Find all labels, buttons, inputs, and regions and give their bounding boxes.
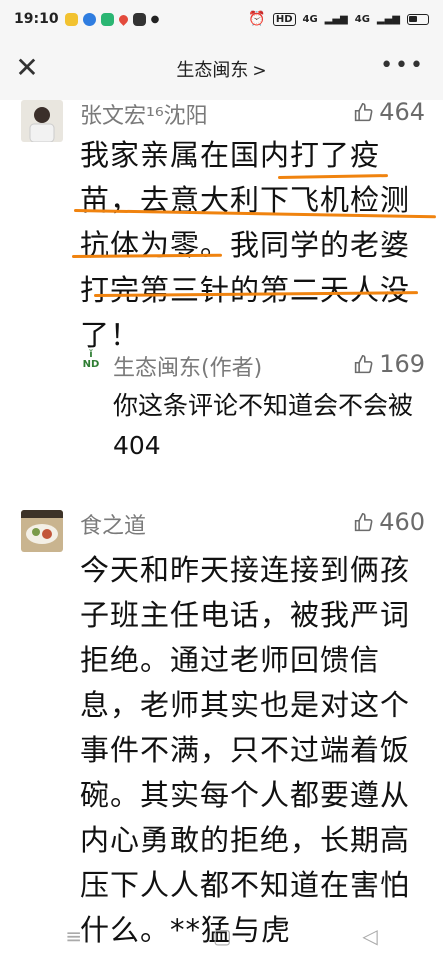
nav-bar: ✕ 生态闽东 > ••• <box>0 38 443 100</box>
comment-text: 我家亲属在国内打了疫苗，去意大利下飞机检测抗体为零。我同学的老婆打完第三针的第二… <box>80 138 411 352</box>
signal-label: 4G <box>354 13 370 25</box>
like-count: 169 <box>379 350 425 378</box>
avatar[interactable] <box>21 100 63 142</box>
comment: 食之道 460 今天和昨天接连接到俩孩子班主任电话，被我严词拒绝。通过老师回馈信… <box>0 508 443 947</box>
menu-icon[interactable]: ≡ <box>65 924 82 948</box>
signal-icon: ▂▄▆ <box>324 13 348 25</box>
author-badge-icon: ĭ ND <box>82 349 100 370</box>
page-title-text: 生态闽东 <box>176 60 249 81</box>
notification-icon <box>100 12 114 26</box>
status-bar: 19:10 ● ⏰ HD 4G ▂▄▆ 4G ▂▄▆ <box>0 0 443 38</box>
system-nav-bar: ≡ ▢ ◁ <box>0 912 443 960</box>
status-time: 19:10 <box>14 11 59 27</box>
like-count: 460 <box>379 508 425 536</box>
comment-author[interactable]: 张文宏¹⁶沈阳 <box>80 98 208 130</box>
comment-text: 今天和昨天接连接到俩孩子班主任电话，被我严词拒绝。通过老师回馈信息，老师其实也是… <box>80 553 411 947</box>
signal-icon: ▂▄▆ <box>376 13 400 25</box>
signal-label: 4G <box>302 13 318 25</box>
notification-icon <box>82 12 96 26</box>
like-count: 464 <box>379 98 425 126</box>
hd-label: HD <box>272 12 296 26</box>
notification-icon <box>64 12 78 26</box>
home-icon[interactable]: ▢ <box>213 924 232 948</box>
like-button[interactable]: 169 <box>353 350 425 378</box>
avatar[interactable] <box>21 510 63 552</box>
reply-author[interactable]: 生态闽东(作者) <box>113 350 262 382</box>
dot-icon: ● <box>150 13 160 25</box>
thumbs-up-icon <box>355 512 373 531</box>
notification-icon <box>132 12 146 26</box>
back-icon[interactable]: ◁ <box>362 924 377 948</box>
like-button[interactable]: 460 <box>353 508 425 536</box>
thumbs-up-icon <box>355 102 373 121</box>
location-icon <box>116 12 130 26</box>
battery-icon <box>407 13 429 25</box>
close-icon[interactable]: ✕ <box>14 54 40 82</box>
comment-author[interactable]: 食之道 <box>80 508 146 540</box>
more-icon[interactable]: ••• <box>380 55 425 77</box>
status-right: ⏰ HD 4G ▂▄▆ 4G ▂▄▆ <box>248 11 429 27</box>
comment: 张文宏¹⁶沈阳 464 我家亲属在国内打了疫苗，去意大利下飞机检测抗体为零。我同… <box>0 98 443 460</box>
alarm-icon: ⏰ <box>248 11 266 27</box>
reply-text: 你这条评论不知道会不会被404 <box>113 391 414 460</box>
like-button[interactable]: 464 <box>353 98 425 126</box>
thumbs-up-icon <box>355 354 373 373</box>
chevron-right-icon: > <box>252 61 267 81</box>
page-title[interactable]: 生态闽东 > <box>176 56 266 82</box>
